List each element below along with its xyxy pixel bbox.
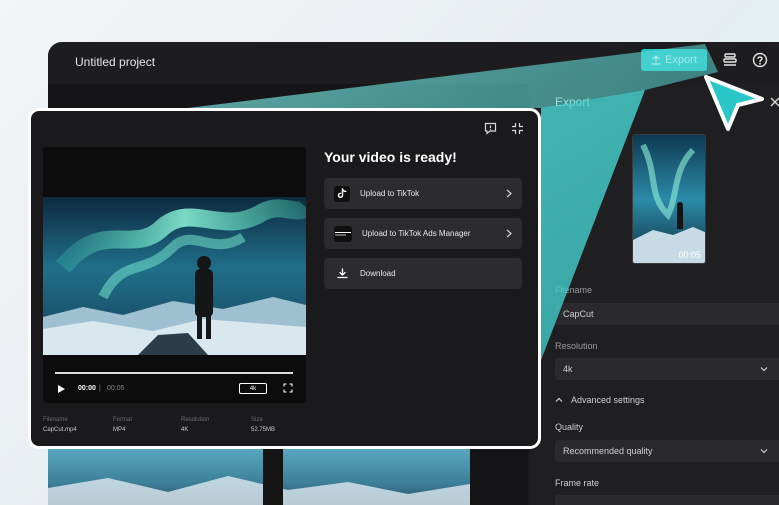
chevron-up-icon	[555, 397, 563, 402]
play-icon[interactable]	[57, 384, 66, 394]
quality-value: Recommended quality	[563, 446, 653, 456]
frame-rate-label: Frame rate	[555, 478, 600, 488]
minimize-icon[interactable]	[511, 122, 524, 135]
export-thumbnail: 00:05	[632, 134, 706, 264]
download-icon	[334, 266, 350, 282]
chevron-down-icon	[760, 367, 768, 372]
export-panel-title: Export	[555, 95, 590, 109]
meta-key: Filename	[43, 417, 68, 423]
quality-badge[interactable]: 4k	[239, 383, 267, 394]
chevron-down-icon	[760, 449, 768, 454]
meta-format: Format MP4	[113, 417, 132, 433]
current-time: 00:00	[78, 385, 96, 392]
fullscreen-icon[interactable]	[283, 383, 293, 393]
tiktok-ads-icon	[334, 225, 352, 242]
project-title[interactable]: Untitled project	[75, 55, 155, 69]
progress-bar[interactable]	[55, 372, 293, 374]
meta-key: Format	[113, 417, 133, 423]
feedback-icon[interactable]	[484, 122, 497, 135]
cursor-pointer-icon	[704, 75, 764, 131]
export-ready-dialog: 00:00 | 00:05 4k Filename CapCut.mp4 For…	[28, 108, 541, 449]
meta-resolution: Resolution 4K	[181, 417, 209, 433]
meta-filename: Filename CapCut.mp4	[43, 417, 77, 433]
dialog-title: Your video is ready!	[324, 149, 457, 165]
video-player[interactable]: 00:00 | 00:05 4k	[43, 147, 306, 403]
chevron-right-icon	[506, 229, 512, 238]
upload-tiktok-ads-button[interactable]: Upload to TikTok Ads Manager	[324, 218, 522, 249]
total-time: 00:05	[107, 385, 125, 392]
meta-key: Resolution	[181, 417, 210, 423]
upload-tiktok-button[interactable]: Upload to TikTok	[324, 178, 522, 209]
quality-select[interactable]: Recommended quality	[555, 440, 779, 462]
tiktok-icon	[334, 185, 350, 202]
chevron-right-icon	[506, 189, 512, 198]
action-label: Download	[360, 269, 396, 278]
meta-value: CapCut.mp4	[43, 427, 77, 433]
meta-value: MP4	[113, 427, 126, 433]
action-label: Upload to TikTok Ads Manager	[362, 229, 471, 238]
background-video-preview	[48, 448, 470, 505]
frame-rate-select[interactable]	[555, 495, 779, 505]
resolution-select[interactable]: 4k	[555, 358, 779, 380]
download-button[interactable]: Download	[324, 258, 522, 289]
advanced-settings-toggle[interactable]: Advanced settings	[555, 395, 645, 405]
advanced-settings-label: Advanced settings	[571, 395, 645, 405]
time-separator: |	[99, 385, 101, 392]
action-label: Upload to TikTok	[360, 189, 420, 198]
meta-value: 52.75MB	[251, 427, 276, 433]
meta-size: Size 52.75MB	[251, 417, 275, 433]
filename-input[interactable]: CapCut	[555, 303, 779, 325]
video-frame	[43, 197, 306, 355]
resolution-label: Resolution	[555, 341, 598, 351]
meta-key: Size	[251, 417, 263, 423]
filename-label: Filename	[555, 285, 593, 295]
close-icon[interactable]	[770, 97, 779, 107]
quality-label: Quality	[555, 422, 584, 432]
thumbnail-duration: 00:05	[678, 250, 701, 260]
dialog-toolbar	[484, 122, 524, 135]
resolution-value: 4k	[563, 364, 573, 374]
meta-value: 4K	[181, 427, 189, 433]
